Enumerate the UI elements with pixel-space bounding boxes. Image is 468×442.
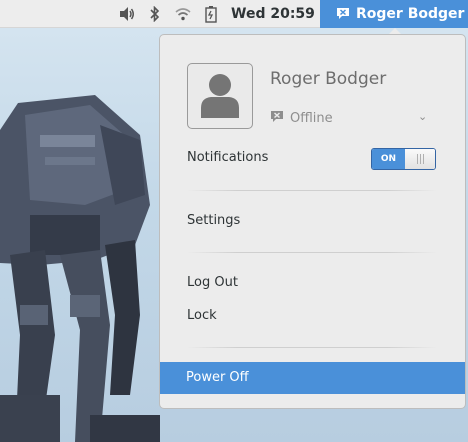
divider	[187, 347, 437, 348]
chat-status-icon	[336, 5, 350, 24]
user-menu: Roger Bodger Offline ⌄ Notifications ON …	[159, 34, 466, 409]
toggle-on-label: ON	[372, 149, 405, 169]
notifications-label: Notifications	[187, 150, 269, 165]
lock-menu-item[interactable]: Lock	[187, 308, 217, 323]
wifi-icon[interactable]	[174, 5, 192, 23]
walker-wallpaper-image	[0, 95, 160, 442]
divider	[187, 252, 437, 253]
power-off-menu-item[interactable]: Power Off	[160, 362, 465, 394]
status-selector[interactable]: Offline ⌄	[270, 109, 430, 127]
user-avatar-icon	[201, 74, 239, 118]
toggle-knob	[405, 149, 435, 169]
user-menu-button[interactable]: Roger Bodger	[320, 0, 468, 28]
user-name-label: Roger Bodger	[356, 6, 465, 22]
volume-icon[interactable]	[118, 5, 136, 23]
log-out-menu-item[interactable]: Log Out	[187, 275, 238, 290]
menu-user-name: Roger Bodger	[270, 69, 387, 89]
chevron-down-icon: ⌄	[418, 110, 428, 123]
bluetooth-icon[interactable]	[146, 5, 164, 23]
avatar[interactable]	[187, 63, 253, 129]
offline-status-icon	[270, 110, 284, 127]
battery-icon[interactable]	[202, 5, 220, 23]
divider	[187, 190, 437, 191]
clock[interactable]: Wed 20:59	[231, 4, 315, 24]
top-bar: Wed 20:59 Roger Bodger	[0, 0, 468, 28]
notifications-toggle[interactable]: ON	[371, 148, 436, 170]
settings-menu-item[interactable]: Settings	[187, 213, 240, 228]
status-label: Offline	[290, 110, 333, 126]
